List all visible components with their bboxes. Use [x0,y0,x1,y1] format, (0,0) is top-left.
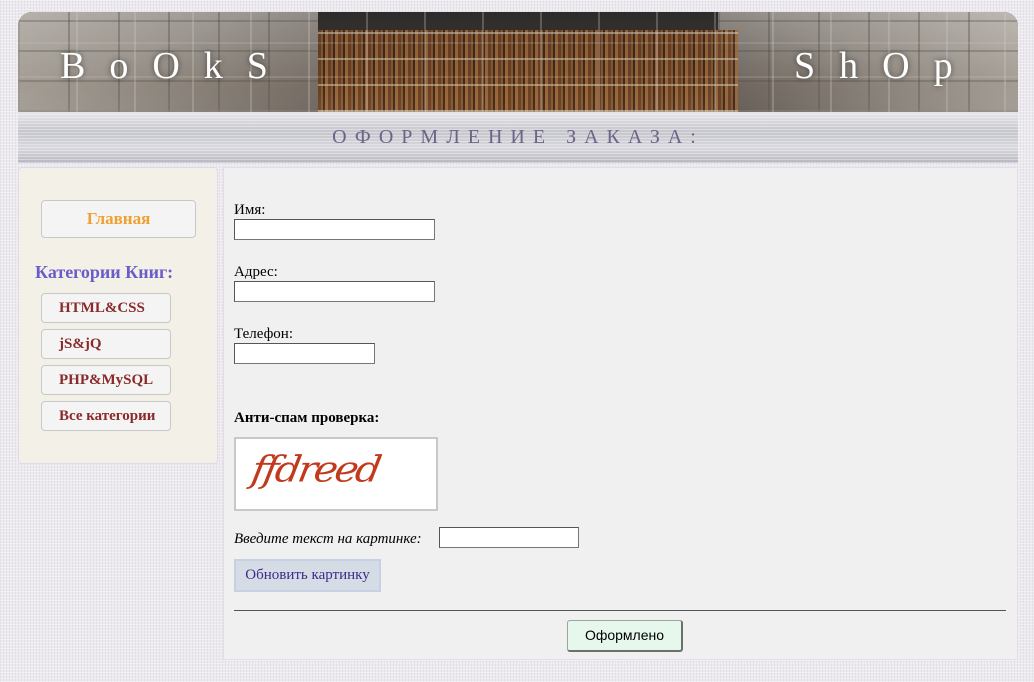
captcha-input[interactable] [439,527,579,548]
logo-right-text: ShOp [794,45,977,87]
phone-field[interactable] [234,343,375,364]
divider [234,610,1006,611]
address-label: Адрес: [234,264,278,280]
antispam-label: Анти-спам проверка: [234,410,380,426]
page-frame: BoOkS ShOp ОФОРМЛЕНИЕ ЗАКАЗА: Главная Ка… [18,12,1018,664]
refresh-captcha-button[interactable]: Обновить картинку [234,559,381,592]
captcha-image-text: ffdreed [248,449,382,491]
category-button-all[interactable]: Все категории [41,401,171,431]
sidebar: Главная Категории Книг: HTML&CSS jS&jQ P… [18,167,218,464]
name-label: Имя: [234,202,266,218]
header-banner: BoOkS ShOp [18,12,1018,112]
home-button[interactable]: Главная [41,200,196,238]
category-button-php-mysql[interactable]: PHP&MySQL [41,365,171,395]
order-form: Имя: Адрес: Телефон: Анти-спам проверка:… [223,167,1018,660]
captcha-image: ffdreed [234,437,438,511]
submit-order-button[interactable]: Оформлено [567,620,683,652]
phone-label: Телефон: [234,326,293,342]
address-field[interactable] [234,281,435,302]
name-field[interactable] [234,219,435,240]
category-button-js-jq[interactable]: jS&jQ [41,329,171,359]
categories-title: Категории Книг: [35,262,174,282]
captcha-prompt: Введите текст на картинке: [234,531,422,547]
logo-left-text: BoOkS [60,45,292,87]
page-title: ОФОРМЛЕНИЕ ЗАКАЗА: [332,126,704,148]
category-button-html-css[interactable]: HTML&CSS [41,293,171,323]
